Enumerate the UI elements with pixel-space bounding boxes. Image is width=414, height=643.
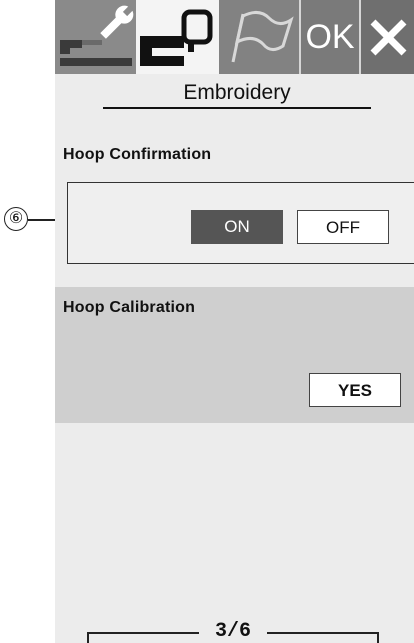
hoop-calibration-panel: Hoop Calibration YES — [55, 287, 414, 423]
ok-label: OK — [305, 18, 355, 56]
hoop-confirmation-on-button[interactable]: ON — [191, 210, 283, 244]
ok-button[interactable]: OK — [299, 0, 359, 74]
pager-tick-right — [377, 632, 379, 643]
pager-line-right — [267, 632, 379, 634]
tab-language[interactable] — [219, 0, 299, 74]
page-indicator: 3/6 — [214, 620, 251, 643]
tab-settings[interactable] — [55, 0, 136, 74]
page-title: Embroidery — [183, 81, 291, 104]
hoop-calibration-label: Hoop Calibration — [63, 299, 196, 316]
hoop-confirmation-off-button[interactable]: OFF — [297, 210, 389, 244]
callout-number: ⑥ — [4, 207, 28, 231]
hoop-calibration-yes-button[interactable]: YES — [309, 373, 401, 407]
embroidery-machine-icon — [140, 9, 213, 66]
wrench-icon — [60, 5, 134, 66]
close-icon — [370, 19, 407, 56]
pager-line-left — [87, 632, 199, 634]
flag-icon — [231, 11, 294, 63]
hoop-confirmation-label: Hoop Confirmation — [63, 146, 212, 163]
tab-bar: OK — [55, 0, 414, 74]
close-button[interactable] — [359, 0, 414, 74]
pager-tick-left — [87, 632, 89, 643]
tab-embroidery[interactable] — [136, 0, 219, 74]
title-underline — [103, 107, 371, 109]
settings-screen: OK Embroidery Hoop Confirmation ON OFF H… — [55, 0, 414, 643]
hoop-confirmation-panel: ON OFF — [67, 182, 414, 264]
